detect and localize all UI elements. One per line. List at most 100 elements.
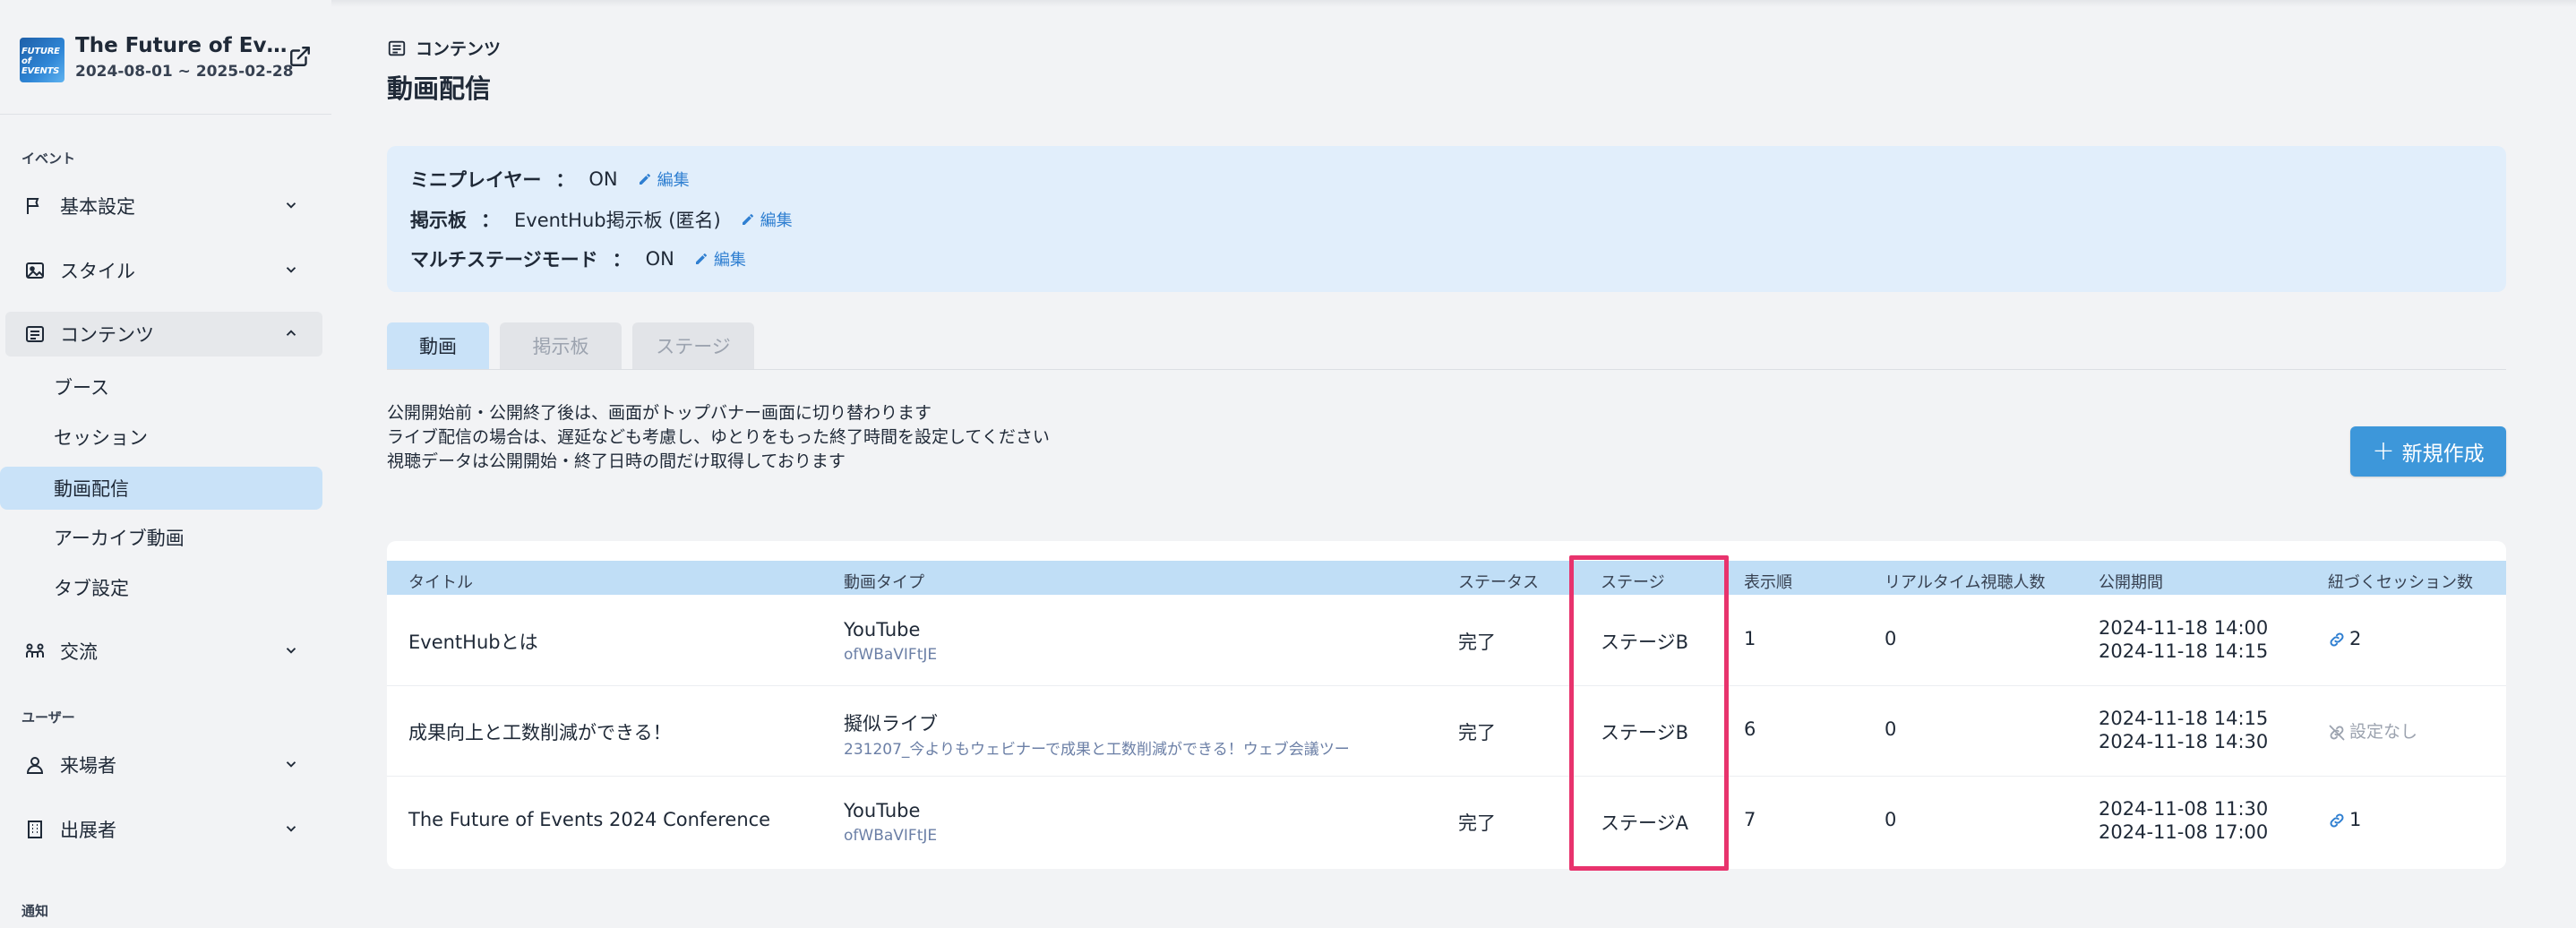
section-label-notify: 通知 [21,903,49,919]
unlink-icon [2329,725,2345,740]
edit-multistage-link[interactable]: 編集 [694,247,746,271]
col-type: 動画タイプ [844,573,924,592]
sidebar-item-visitors[interactable]: 来場者 [0,743,322,787]
sidebar-item-label: スタイル [60,261,135,282]
chevron-up-icon [286,330,296,336]
cell-end: 2024-11-18 14:30 [2099,731,2269,752]
building-icon [28,821,42,838]
cell-title: 成果向上と工数削減ができる！ [408,722,672,743]
info-key: ミニプレイヤー [410,169,542,191]
event-title: The Future of Events [75,34,297,57]
tab-stage[interactable]: ステージ [632,322,754,369]
edit-label: 編集 [713,251,746,270]
info-value: ON [645,248,674,270]
edit-board-link[interactable]: 編集 [741,208,793,231]
col-viewers: リアルタイム視聴人数 [1885,573,2046,592]
notes: 公開開始前・公開終了後は、画面がトップバナー画面に切り替わります ライブ配信の場… [387,401,1050,474]
user-icon [26,757,44,774]
content-tabs: 動画 掲示板 ステージ [387,322,754,369]
cell-sessions: 設定なし [2328,718,2417,743]
note-line: 公開開始前・公開終了後は、画面がトップバナー画面に切り替わります [387,403,932,423]
tab-video[interactable]: 動画 [387,322,489,369]
cell-status: 完了 [1458,812,1496,834]
chevron-down-icon [286,267,296,273]
new-create-button[interactable]: + 新規作成 [2350,426,2506,477]
sessions-count: 2 [2349,628,2362,649]
sidebar-item-label: 交流 [60,641,98,663]
sidebar: FUTURE of EVENTS The Future of Events 20… [0,0,331,928]
cell-start: 2024-11-18 14:15 [2099,708,2269,729]
sidebar-item-exchange[interactable]: 交流 [0,629,322,674]
cell-type-sub: ofWBaVIFtJE [844,827,938,845]
video-table: タイトル 動画タイプ ステータス ステージ 表示順 リアルタイム視聴人数 公開期… [387,541,2506,871]
settings-summary-box: ミニプレイヤー ： ON 編集 掲示板 ： EventHub掲示板 (匿名) 編… [387,146,2506,292]
external-link-icon[interactable] [288,45,312,68]
cell-start: 2024-11-08 11:30 [2099,798,2269,820]
chevron-down-icon [286,648,296,654]
edit-miniplayer-link[interactable]: 編集 [638,168,690,191]
flag-icon [27,198,39,214]
sidebar-item-label: 基本設定 [60,196,135,218]
sidebar-item-exhibitors[interactable]: 出展者 [0,807,322,852]
chevron-down-icon [286,761,296,768]
cell-viewers: 0 [1885,809,1897,830]
sessions-none: 設定なし [2349,722,2418,742]
cell-stage: ステージA [1601,812,1688,834]
cell-status: 完了 [1458,632,1496,653]
cell-sessions[interactable]: 2 [2328,628,2361,649]
sidebar-item-label: 来場者 [60,755,116,777]
breadcrumb-label: コンテンツ [416,39,502,59]
sidebar-item-label: 出展者 [60,820,116,841]
sidebar-item-contents[interactable]: コンテンツ [5,312,322,357]
cell-viewers: 0 [1885,718,1897,740]
table-row[interactable]: EventHubとは YouTube ofWBaVIFtJE 完了 ステージB … [387,596,2506,686]
note-line: 視聴データは公開開始・終了日時の間だけ取得しております [387,451,846,471]
cell-sessions[interactable]: 1 [2328,809,2361,830]
col-title: タイトル [408,573,473,592]
cell-order: 1 [1744,628,1756,649]
sessions-count: 1 [2349,809,2362,830]
cell-title: EventHubとは [408,632,538,653]
image-icon [26,262,44,279]
col-stage: ステージ [1601,573,1665,592]
cell-stage: ステージB [1601,722,1688,743]
section-label-user: ユーザー [21,709,75,726]
info-value: EventHub掲示板 (匿名) [514,210,721,231]
table-header: タイトル 動画タイプ ステータス ステージ 表示順 リアルタイム視聴人数 公開期… [387,561,2506,595]
table-row[interactable]: 成果向上と工数削減ができる！ 擬似ライブ 231207_今よりもウェビナーで成果… [387,686,2506,777]
cell-status: 完了 [1458,722,1496,743]
event-dates: 2024-08-01 ~ 2025-02-28 [75,63,294,81]
tab-board[interactable]: 掲示板 [500,322,622,369]
info-row-miniplayer: ミニプレイヤー ： ON 編集 [410,166,690,193]
edit-label: 編集 [760,211,793,230]
col-status: ステータス [1458,573,1539,592]
pencil-icon [695,253,707,264]
cell-type-sub: 231207_今よりもウェビナーで成果と工数削減ができる！ウェブ会議ツー [844,741,1350,759]
table-row[interactable]: The Future of Events 2024 Conference You… [387,777,2506,867]
link-icon [2330,813,2344,828]
section-label-event: イベント [21,150,76,167]
chevron-down-icon [286,826,296,832]
cell-order: 7 [1744,809,1756,830]
sidebar-item-basic[interactable]: 基本設定 [0,184,322,228]
sidebar-subitem-video[interactable]: 動画配信 [0,467,322,510]
cell-type: 擬似ライブ [844,713,938,735]
cell-type-sub: ofWBaVIFtJE [844,646,938,664]
col-order: 表示順 [1744,573,1792,592]
info-key: 掲示板 [410,210,467,231]
event-logo: FUTURE of EVENTS [20,38,64,82]
cell-type: YouTube [844,619,921,640]
sidebar-subitem-booth[interactable]: ブース [0,365,322,408]
main-content: コンテンツ 動画配信 ミニプレイヤー ： ON 編集 掲示板 ： EventHu… [387,0,2506,928]
sidebar-subitem-tabs[interactable]: タブ設定 [0,566,322,609]
info-value: ON [588,168,618,190]
breadcrumb: コンテンツ [387,36,501,60]
cell-viewers: 0 [1885,628,1897,649]
tab-divider [387,369,2506,370]
sidebar-subitem-session[interactable]: セッション [0,416,322,459]
sidebar-item-label: コンテンツ [60,324,154,346]
col-sessions: 紐づくセッション数 [2328,573,2473,592]
sidebar-subitem-archive[interactable]: アーカイブ動画 [0,516,322,559]
sidebar-item-style[interactable]: スタイル [0,248,322,293]
plus-icon: + [2372,435,2395,467]
